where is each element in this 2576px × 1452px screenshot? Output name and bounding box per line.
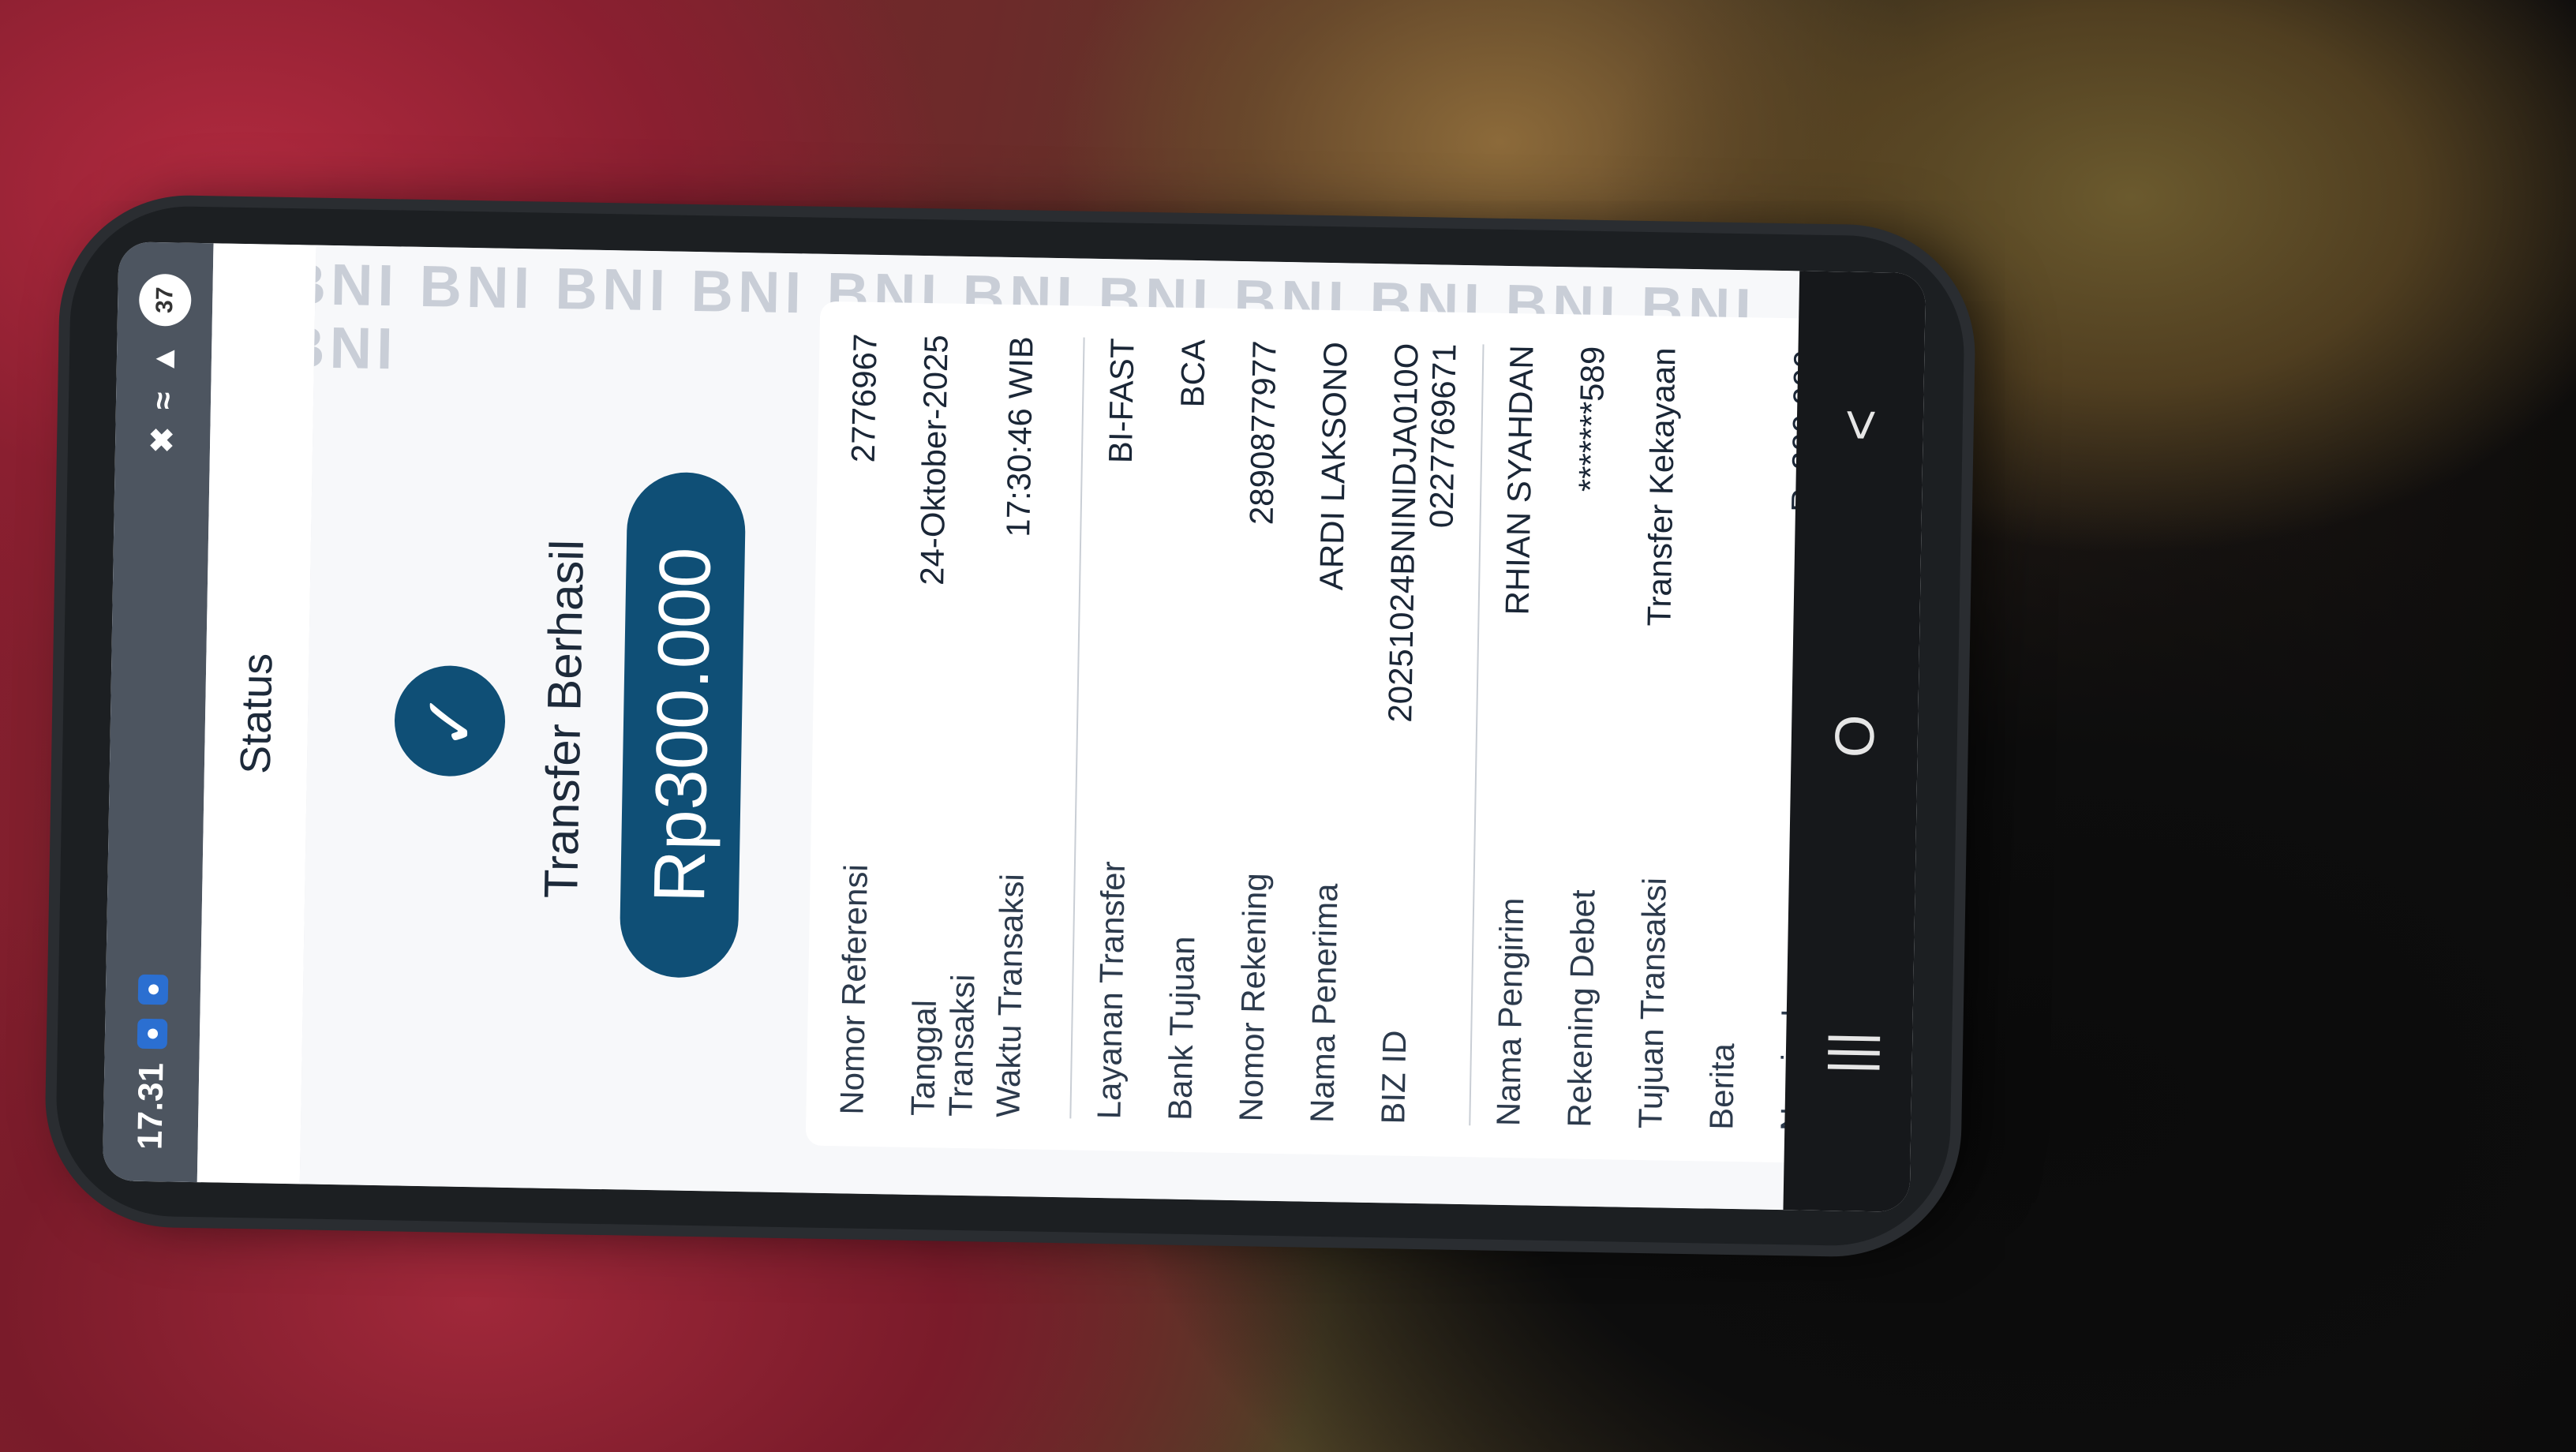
back-button[interactable]: < [1828, 408, 1892, 441]
detail-row: Tanggal Transaksi 24-Oktober-2025 [899, 335, 998, 1117]
detail-row: BIZ ID 20251024BNINIDJA010O 0227769671 [1369, 342, 1468, 1125]
detail-row: Layanan Transfer BI-FAST [1085, 338, 1170, 1120]
detail-row: Nama Pengirim RHIAN SYAHDAN [1485, 345, 1569, 1127]
amount-badge: Rp300.000 [619, 471, 747, 979]
app-notification-icon: ● [137, 974, 169, 1005]
notification-icon: ● [137, 1018, 168, 1050]
detail-row: Bank Tujuan BCA [1156, 339, 1241, 1121]
receipt-content: BNI BNI BNI BNI BNI BNI BNI BNI BNI BNI … [299, 245, 1869, 1211]
status-time: 17.31 [130, 1062, 171, 1151]
detail-value: RHIAN SYAHDAN [1498, 344, 1541, 616]
details-group-transaction: Nomor Referensi 2776967 Tanggal Transaks… [814, 332, 1085, 1119]
signal-icon: ▲ [146, 342, 182, 376]
detail-value: 2776967 [844, 333, 884, 463]
detail-row: Waktu Transaksi 17:30:46 WIB [984, 336, 1069, 1118]
detail-label: Layanan Transfer [1090, 861, 1133, 1120]
detail-row: Berita [1698, 348, 1782, 1131]
detail-value: *******589 [1571, 346, 1612, 492]
detail-value: 20251024BNINIDJA010O 0227769671 [1381, 342, 1463, 724]
detail-label: Nama Pengirim [1489, 897, 1531, 1127]
detail-row: Nomor Rekening 2890877977 [1227, 340, 1312, 1122]
app-bar: Status [197, 243, 318, 1184]
detail-value: ARDI LAKSONO [1312, 341, 1354, 591]
detail-label: Rekening Debet [1560, 889, 1602, 1128]
detail-row: Nomor Referensi 2776967 [828, 333, 912, 1115]
details-group-recipient: Layanan Transfer BI-FAST Bank Tujuan BCA… [1071, 337, 1485, 1126]
detail-label: Nama Penerima [1303, 883, 1345, 1124]
phone-device: 17.31 ● ● ✖ ≈ ▲ 37 Status BNI BNI BNI BN… [54, 204, 1966, 1248]
detail-label: BIZ ID [1374, 1030, 1413, 1125]
mute-icon: ✖ [144, 426, 181, 454]
detail-value: Transfer Kekayaan [1640, 346, 1683, 627]
detail-label: Nomor Referensi [833, 863, 874, 1115]
home-button[interactable]: O [1822, 714, 1886, 758]
detail-value: 24-Oktober-2025 [913, 334, 955, 586]
android-nav-bar: ||| O < [1783, 271, 1926, 1212]
detail-row: Rekening Debet *******589 [1556, 346, 1640, 1128]
detail-label: Nomor Rekening [1232, 872, 1274, 1122]
transaction-details: Nomor Referensi 2776967 Tanggal Transaks… [805, 301, 1869, 1164]
detail-row: Tujuan Transaksi Transfer Kekayaan [1627, 347, 1711, 1129]
detail-label: Tujuan Transaksi [1631, 877, 1673, 1129]
detail-row: Nama Penerima ARDI LAKSONO [1298, 342, 1383, 1124]
phone-screen: 17.31 ● ● ✖ ≈ ▲ 37 Status BNI BNI BNI BN… [102, 241, 1926, 1212]
detail-label: Waktu Transaksi [989, 873, 1031, 1118]
status-bar: 17.31 ● ● ✖ ≈ ▲ 37 [102, 241, 214, 1183]
detail-value: BCA [1174, 339, 1212, 408]
detail-label: Berita [1702, 1042, 1742, 1131]
wifi-icon: ≈ [145, 391, 181, 410]
page-title: Status [231, 653, 282, 775]
battery-indicator: 37 [138, 273, 192, 327]
success-title: Transfer Berhasil [534, 539, 594, 899]
recents-button[interactable]: ||| [1817, 1031, 1881, 1075]
detail-label: Tanggal Transaksi [904, 974, 982, 1117]
detail-value: BI-FAST [1101, 337, 1141, 464]
detail-value: 2890877977 [1242, 340, 1283, 526]
detail-label: Bank Tujuan [1161, 935, 1202, 1121]
detail-value: 17:30:46 WIB [999, 335, 1040, 538]
success-check-icon: ✓ [393, 664, 507, 777]
amount-value: Rp300.000 [638, 546, 726, 904]
